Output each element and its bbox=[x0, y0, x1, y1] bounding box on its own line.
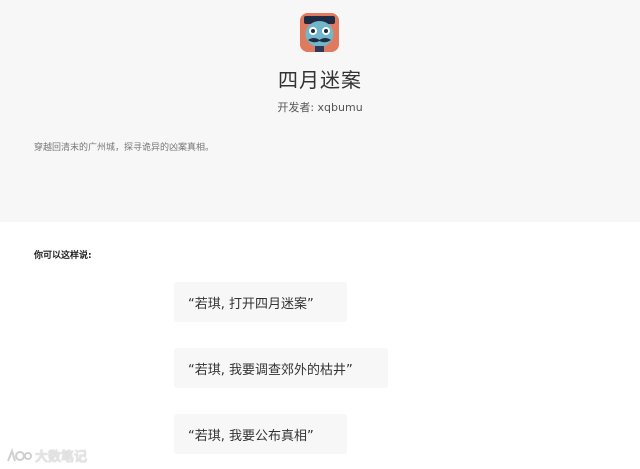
watermark-logo-icon bbox=[7, 447, 32, 461]
watermark: 大数笔记 bbox=[6, 446, 87, 465]
watermark-text: 大数笔记 bbox=[35, 450, 88, 465]
example-utterance-reveal-truth[interactable]: “若琪, 我要公布真相” bbox=[174, 414, 347, 454]
app-title: 四月迷案 bbox=[278, 68, 362, 92]
examples-heading: 你可以这样说: bbox=[34, 251, 92, 261]
developer-label: 开发者: xqbumu bbox=[277, 101, 363, 114]
app-icon bbox=[300, 13, 339, 52]
skill-header: 四月迷案 开发者: xqbumu 穿越回清末的广州城，探寻诡异的凶案真相。 bbox=[0, 0, 640, 222]
example-utterance-investigate-well[interactable]: “若琪, 我要调查郊外的枯井” bbox=[174, 348, 388, 388]
example-utterance-open[interactable]: “若琪, 打开四月迷案” bbox=[174, 282, 347, 322]
app-description: 穿越回清末的广州城，探寻诡异的凶案真相。 bbox=[34, 143, 215, 153]
